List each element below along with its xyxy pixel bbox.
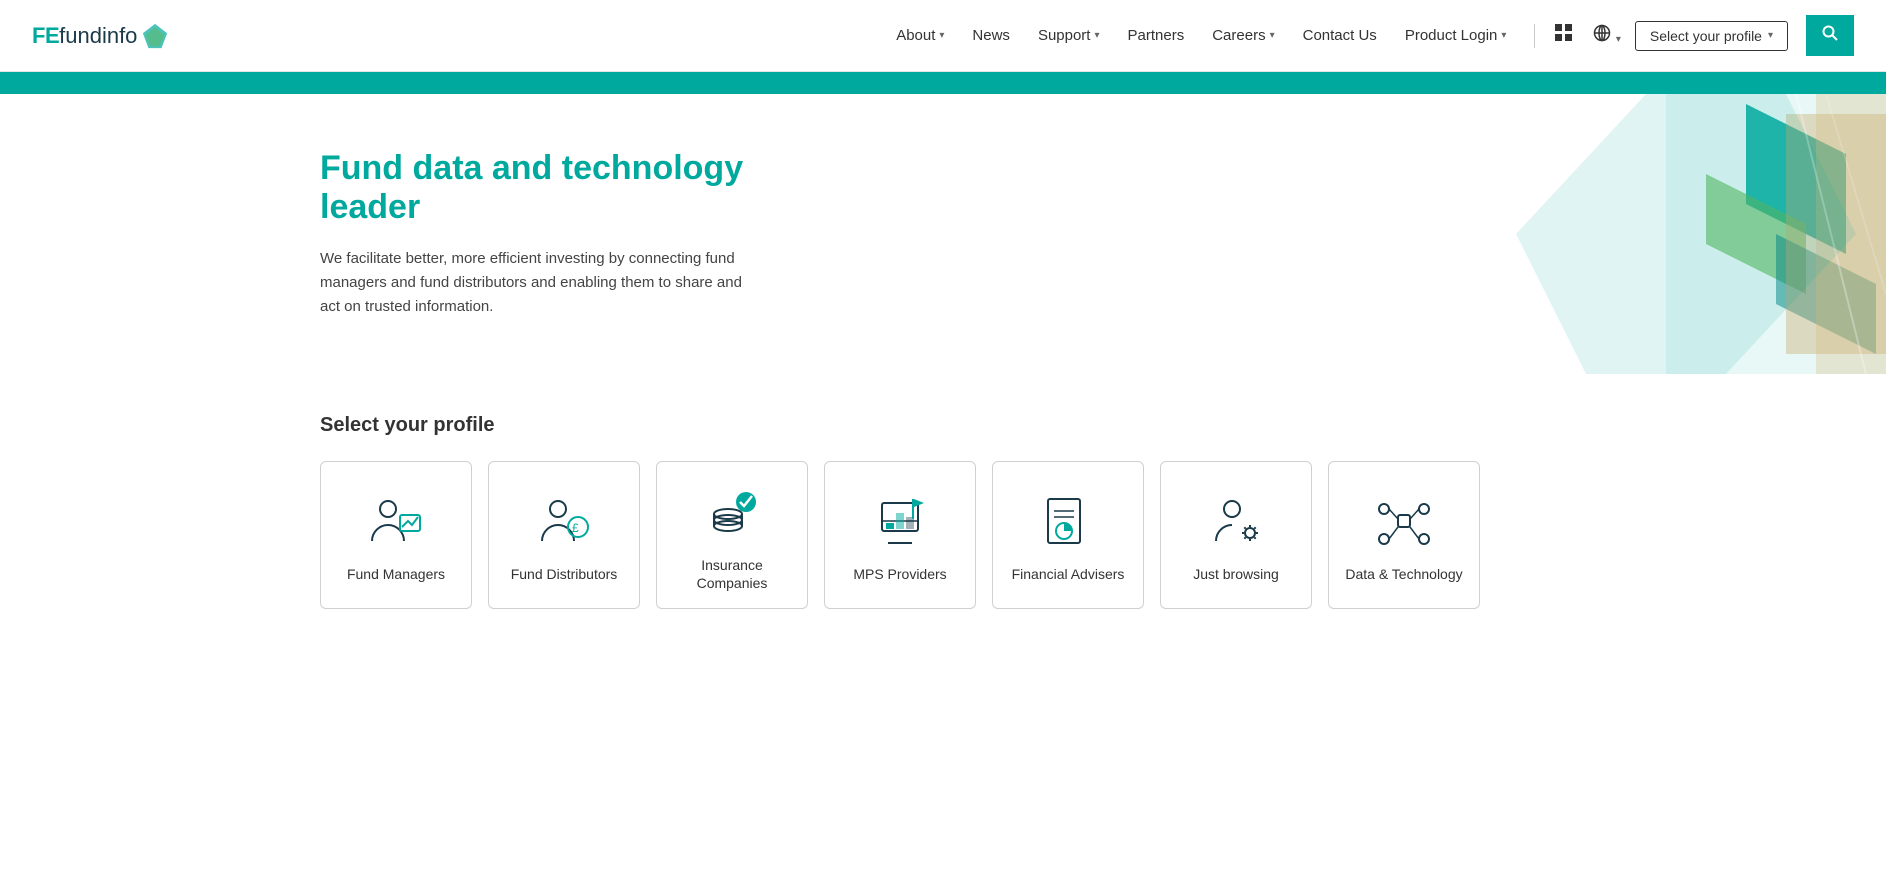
select-profile-button[interactable]: Select your profile ▾ [1635, 21, 1788, 51]
just-browsing-label: Just browsing [1193, 565, 1279, 583]
chevron-down-icon: ▾ [939, 30, 944, 41]
just-browsing-icon [1204, 491, 1268, 555]
chevron-down-icon: ▾ [1094, 30, 1099, 41]
grid-icon [1555, 24, 1573, 42]
nav-links: About ▾ News Support ▾ Partners Careers … [882, 27, 1520, 44]
fund-managers-label: Fund Managers [347, 565, 445, 583]
nav-support[interactable]: Support ▾ [1024, 27, 1114, 44]
globe-icon [1593, 24, 1611, 42]
nav-careers[interactable]: Careers ▾ [1198, 27, 1288, 44]
profile-card-just-browsing[interactable]: Just browsing [1160, 461, 1312, 609]
nav-about-link[interactable]: About ▾ [896, 27, 944, 44]
nav-contact-us[interactable]: Contact Us [1289, 27, 1391, 44]
profile-section: Select your profile Fund Managers £ Fund… [0, 374, 1886, 649]
logo-fundinfo: fundinfo [59, 23, 137, 49]
fund-distributors-icon: £ [532, 491, 596, 555]
svg-text:£: £ [572, 521, 579, 535]
profile-card-fund-distributors[interactable]: £ Fund Distributors [488, 461, 640, 609]
insurance-companies-label: Insurance Companies [669, 556, 795, 592]
data-technology-label: Data & Technology [1345, 565, 1462, 583]
nav-product-login[interactable]: Product Login ▾ [1391, 27, 1521, 44]
profile-card-mps-providers[interactable]: MPS Providers [824, 461, 976, 609]
nav-icons: ▾ Select your profile ▾ [1528, 15, 1854, 56]
insurance-companies-icon [700, 482, 764, 546]
profile-section-title: Select your profile [320, 414, 1566, 437]
profile-card-insurance-companies[interactable]: Insurance Companies [656, 461, 808, 609]
financial-advisers-icon [1036, 491, 1100, 555]
nav-partners[interactable]: Partners [1114, 27, 1199, 44]
hero-title: Fund data and technology leader [320, 149, 760, 227]
mps-providers-icon [868, 491, 932, 555]
nav-divider [1534, 24, 1535, 48]
teal-banner [0, 72, 1886, 94]
hero-decorative-image [1466, 94, 1886, 374]
hero-description: We facilitate better, more efficient inv… [320, 247, 760, 319]
chevron-down-icon: ▾ [1501, 30, 1506, 41]
profile-card-financial-advisers[interactable]: Financial Advisers [992, 461, 1144, 609]
nav-partners-link[interactable]: Partners [1128, 27, 1185, 44]
nav-support-link[interactable]: Support ▾ [1038, 27, 1100, 44]
hero-content: Fund data and technology leader We facil… [0, 101, 760, 367]
fund-distributors-label: Fund Distributors [511, 565, 618, 583]
fund-managers-icon [364, 491, 428, 555]
financial-advisers-label: Financial Advisers [1012, 565, 1125, 583]
nav-contact-us-link[interactable]: Contact Us [1303, 27, 1377, 44]
nav-news-link[interactable]: News [972, 27, 1010, 44]
logo[interactable]: FE fundinfo [32, 22, 169, 50]
data-technology-icon [1372, 491, 1436, 555]
search-icon [1822, 25, 1838, 41]
hero-section: Fund data and technology leader We facil… [0, 94, 1886, 374]
profile-grid: Fund Managers £ Fund Distributors [320, 461, 1566, 609]
chevron-down-icon: ▾ [1616, 34, 1621, 45]
grid-icon-button[interactable] [1549, 18, 1579, 53]
search-button[interactable] [1806, 15, 1854, 56]
globe-icon-button[interactable]: ▾ [1587, 18, 1626, 53]
nav-careers-link[interactable]: Careers ▾ [1212, 27, 1274, 44]
logo-diamond-icon [141, 22, 169, 50]
hero-diamond-svg [1466, 94, 1886, 374]
nav-product-login-link[interactable]: Product Login ▾ [1405, 27, 1507, 44]
nav-about[interactable]: About ▾ [882, 27, 958, 44]
profile-card-data-technology[interactable]: Data & Technology [1328, 461, 1480, 609]
chevron-down-icon: ▾ [1768, 30, 1773, 41]
chevron-down-icon: ▾ [1270, 30, 1275, 41]
nav-news[interactable]: News [958, 27, 1024, 44]
profile-card-fund-managers[interactable]: Fund Managers [320, 461, 472, 609]
logo-fe: FE [32, 23, 59, 49]
navbar: FE fundinfo About ▾ News Support ▾ [0, 0, 1886, 72]
mps-providers-label: MPS Providers [853, 565, 946, 583]
